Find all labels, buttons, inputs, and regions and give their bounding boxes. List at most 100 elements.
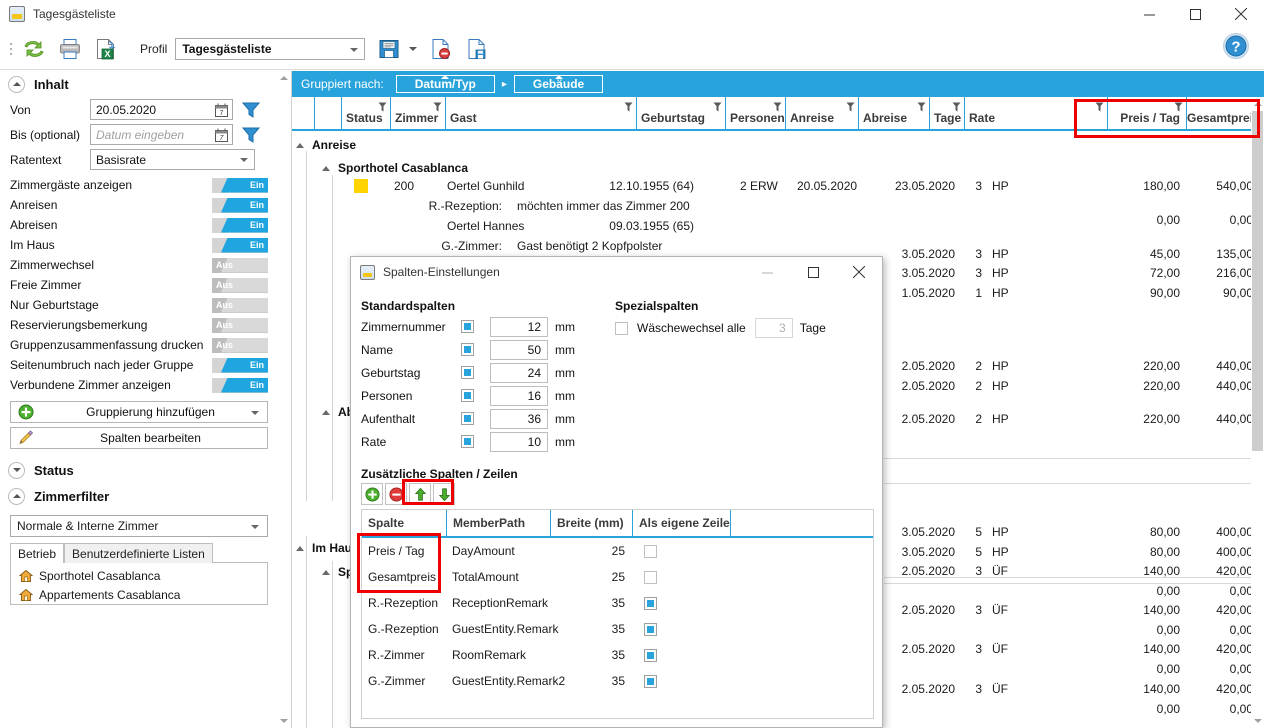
excel-export-button[interactable]: X bbox=[90, 33, 122, 65]
standard-column-width-input[interactable]: 24 bbox=[490, 362, 548, 383]
column-header-abreise[interactable]: Abreise bbox=[858, 96, 929, 129]
dialog-close-icon[interactable] bbox=[836, 257, 882, 287]
column-filter-icon[interactable] bbox=[1174, 102, 1183, 113]
collapse-triangle-icon[interactable] bbox=[296, 142, 304, 148]
eigene-zeile-checkbox[interactable] bbox=[644, 674, 657, 688]
tab-betrieb[interactable]: Betrieb bbox=[10, 543, 65, 563]
column-filter-icon[interactable] bbox=[846, 102, 855, 113]
column-header-geburtstag[interactable]: Geburtstag bbox=[636, 96, 725, 129]
eigene-zeile-checkbox[interactable] bbox=[644, 570, 657, 584]
toggle-switch[interactable]: Ein bbox=[212, 377, 268, 393]
toggle-switch[interactable]: Aus bbox=[212, 297, 268, 313]
betrieb-listbox[interactable]: Sporthotel Casablanca Appartements Casab… bbox=[10, 562, 268, 605]
column-filter-icon[interactable] bbox=[624, 102, 633, 113]
table-row[interactable]: 23.05.2020 3 HP 180,00 540,00 bbox=[292, 179, 1253, 196]
collapse-toggle-zimmerfilter[interactable] bbox=[8, 487, 25, 505]
toggle-switch[interactable]: Ein bbox=[212, 197, 268, 213]
collapse-toggle-status[interactable] bbox=[8, 461, 25, 479]
column-header-anreise[interactable]: Anreise bbox=[785, 96, 858, 129]
move-down-button[interactable] bbox=[433, 483, 455, 505]
column-filter-icon[interactable] bbox=[378, 102, 387, 113]
toggle-switch[interactable]: Ein bbox=[212, 237, 268, 253]
grid-vertical-scrollbar[interactable] bbox=[1251, 97, 1264, 728]
column-filter-icon[interactable] bbox=[917, 102, 926, 113]
column-filter-icon[interactable] bbox=[773, 102, 782, 113]
standard-column-width-input[interactable]: 36 bbox=[490, 408, 548, 429]
column-header-blank2[interactable] bbox=[314, 96, 341, 129]
list-item[interactable]: Sporthotel Casablanca bbox=[11, 566, 267, 585]
scroll-down-icon[interactable] bbox=[278, 714, 290, 728]
scroll-down-icon[interactable] bbox=[1251, 714, 1264, 728]
print-button[interactable] bbox=[54, 33, 86, 65]
table-row[interactable]: R.-Rezeption ReceptionRemark 35 bbox=[362, 590, 873, 616]
zimmerfilter-combobox[interactable]: Normale & Interne Zimmer bbox=[10, 515, 268, 537]
filter-funnel-icon-von[interactable] bbox=[240, 100, 262, 120]
column-header-tage[interactable]: Tage bbox=[929, 96, 964, 129]
column-filter-icon[interactable] bbox=[433, 102, 442, 113]
table-row[interactable]: G.-Rezeption GuestEntity.Remark 35 bbox=[362, 616, 873, 642]
column-header-personen[interactable]: Personen bbox=[725, 96, 785, 129]
sidebar-scrollbar[interactable] bbox=[278, 71, 290, 728]
eigene-zeile-checkbox[interactable] bbox=[644, 544, 657, 558]
toggle-switch[interactable]: Ein bbox=[212, 217, 268, 233]
save-profile-button[interactable] bbox=[373, 33, 405, 65]
toggle-switch[interactable]: Aus bbox=[212, 337, 268, 353]
column-header-gast[interactable]: Gast bbox=[445, 96, 636, 129]
help-button[interactable]: ? bbox=[1222, 32, 1250, 60]
refresh-button[interactable] bbox=[18, 33, 50, 65]
collapse-toggle-inhalt[interactable] bbox=[8, 75, 25, 93]
save-dropdown-button[interactable] bbox=[407, 38, 419, 60]
standard-column-checkbox[interactable] bbox=[461, 435, 474, 448]
toggle-switch[interactable]: Aus bbox=[212, 257, 268, 273]
th-memberpath[interactable]: MemberPath bbox=[446, 510, 550, 536]
toggle-switch[interactable]: Ein bbox=[212, 177, 268, 193]
th-breite[interactable]: Breite (mm) bbox=[550, 510, 632, 536]
column-header-preis_tag[interactable]: Preis / Tag bbox=[1107, 96, 1186, 129]
dialog-maximize-icon[interactable] bbox=[790, 257, 836, 287]
list-item[interactable]: Appartements Casablanca bbox=[11, 585, 267, 604]
standard-column-checkbox[interactable] bbox=[461, 343, 474, 356]
th-spalte[interactable]: Spalte bbox=[362, 510, 446, 536]
toggle-switch[interactable]: Aus bbox=[212, 317, 268, 333]
filter-funnel-icon-bis[interactable] bbox=[240, 125, 262, 145]
close-icon[interactable] bbox=[1218, 0, 1264, 28]
table-row[interactable]: R.-Zimmer RoomRemark 35 bbox=[362, 642, 873, 668]
table-row[interactable]: G.-Zimmer GuestEntity.Remark2 35 bbox=[362, 668, 873, 694]
th-als-eigene-zeile[interactable]: Als eigene Zeile bbox=[632, 510, 730, 536]
table-row[interactable]: Preis / Tag DayAmount 25 bbox=[362, 538, 873, 564]
collapse-triangle-icon[interactable] bbox=[322, 165, 330, 171]
group-header-sporthotel-anreise[interactable]: Sporthotel Casablanca bbox=[292, 157, 468, 179]
waeschewechsel-checkbox[interactable] bbox=[615, 321, 628, 335]
table-row[interactable]: 0,00 0,00 bbox=[292, 213, 1253, 230]
move-up-button[interactable] bbox=[409, 483, 431, 505]
section-zimmerfilter-header[interactable]: Zimmerfilter bbox=[0, 483, 278, 509]
eigene-zeile-checkbox[interactable] bbox=[644, 596, 657, 610]
standard-column-checkbox[interactable] bbox=[461, 389, 474, 402]
section-status-header[interactable]: Status bbox=[0, 457, 278, 483]
standard-column-width-input[interactable]: 50 bbox=[490, 339, 548, 360]
standard-column-width-input[interactable]: 12 bbox=[490, 316, 548, 337]
remove-row-button[interactable] bbox=[385, 483, 407, 505]
standard-column-checkbox[interactable] bbox=[461, 412, 474, 425]
table-row[interactable]: Gesamtpreis TotalAmount 25 bbox=[362, 564, 873, 590]
minimize-icon[interactable] bbox=[1126, 0, 1172, 28]
eigene-zeile-checkbox[interactable] bbox=[644, 622, 657, 636]
calendar-icon[interactable]: 7 bbox=[215, 128, 228, 142]
edit-columns-button[interactable]: Spalten bearbeiten bbox=[10, 427, 268, 449]
column-filter-icon[interactable] bbox=[1095, 102, 1104, 113]
column-header-zimmer[interactable]: Zimmer bbox=[390, 96, 445, 129]
standard-column-width-input[interactable]: 16 bbox=[490, 385, 548, 406]
von-date-input[interactable]: 20.05.2020 7 bbox=[90, 99, 233, 120]
dialog-minimize-icon[interactable] bbox=[744, 257, 790, 287]
column-header-blank1[interactable] bbox=[292, 96, 314, 129]
scroll-up-icon[interactable] bbox=[278, 71, 290, 85]
group-header-anreise[interactable]: Anreise bbox=[292, 134, 356, 156]
add-grouping-button[interactable]: Gruppierung hinzufügen bbox=[10, 401, 268, 423]
bis-date-input[interactable]: Datum eingeben 7 bbox=[90, 124, 233, 145]
ratentext-combobox[interactable]: Basisrate bbox=[90, 149, 255, 170]
add-row-button[interactable] bbox=[361, 483, 383, 505]
dialog-table-scrollbar[interactable] bbox=[861, 510, 873, 718]
scrollbar-track[interactable] bbox=[1251, 111, 1264, 714]
column-filter-icon[interactable] bbox=[952, 102, 961, 113]
standard-column-width-input[interactable]: 10 bbox=[490, 431, 548, 452]
